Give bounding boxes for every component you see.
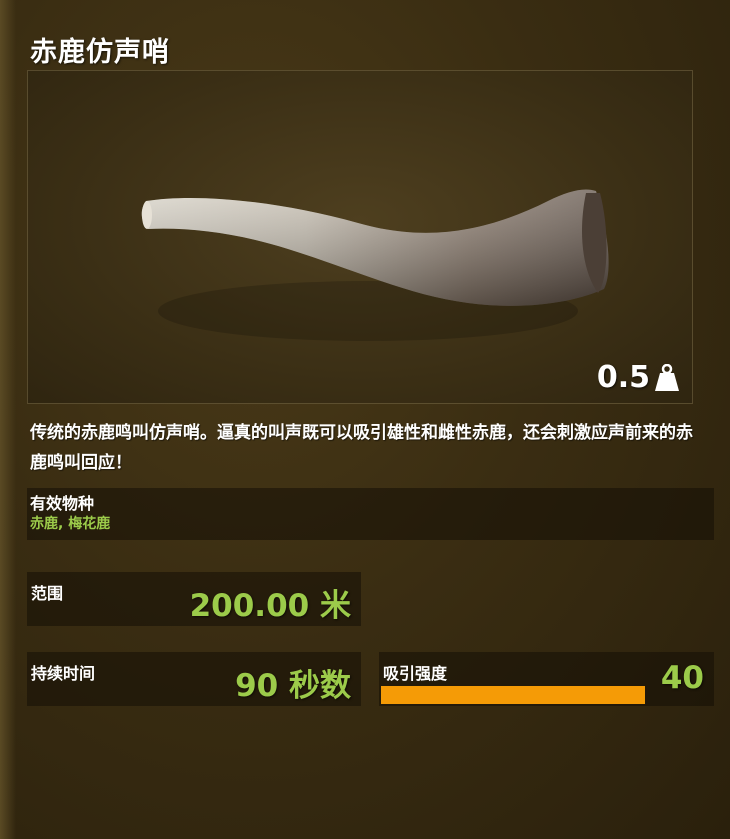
item-weight: 0.5	[597, 360, 680, 395]
duration-label: 持续时间	[31, 664, 96, 683]
attraction-strength-stat: 吸引强度 40	[379, 652, 714, 706]
item-image-panel: 0.5	[27, 70, 693, 404]
attraction-strength-label: 吸引强度	[383, 664, 448, 683]
duration-value: 90 秒数	[235, 668, 351, 704]
effective-species-label: 有效物种	[30, 494, 95, 513]
weight-icon	[655, 363, 679, 391]
weight-value: 0.5	[596, 360, 650, 395]
attraction-strength-bar-fill	[381, 686, 645, 704]
effective-species-value: 赤鹿, 梅花鹿	[30, 516, 111, 532]
item-title: 赤鹿仿声哨	[30, 37, 170, 68]
effective-species-panel: 有效物种 赤鹿, 梅花鹿	[27, 488, 714, 540]
attraction-strength-bar	[381, 686, 645, 704]
range-label: 范围	[31, 584, 64, 603]
range-value: 200.00 米	[189, 588, 351, 624]
range-stat: 范围 200.00 米	[27, 572, 361, 626]
attraction-strength-value: 40	[660, 660, 704, 696]
duration-stat: 持续时间 90 秒数	[27, 652, 361, 706]
red-deer-call-horn-image	[141, 189, 609, 341]
item-description: 传统的赤鹿鸣叫仿声哨。逼真的叫声既可以吸引雄性和雌性赤鹿，还会刺激应声前来的赤鹿…	[30, 423, 693, 473]
background-edge	[0, 0, 16, 839]
